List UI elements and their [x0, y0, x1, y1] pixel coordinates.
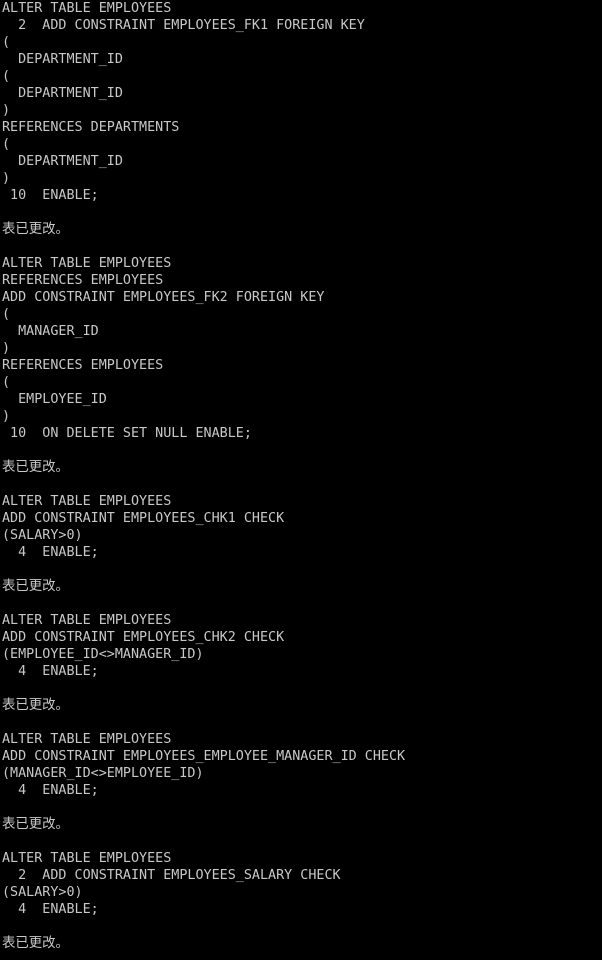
console-line: ADD CONSTRAINT EMPLOYEES_CHK1 CHECK	[2, 511, 285, 526]
console-line: 4 ENABLE;	[2, 545, 99, 560]
console-line: (	[2, 69, 11, 84]
console-line: DEPARTMENT_ID	[2, 86, 123, 101]
console-line: ALTER TABLE EMPLOYEES	[2, 1, 172, 16]
console-line: ALTER TABLE EMPLOYEES	[2, 851, 172, 866]
console-line: )	[2, 171, 11, 186]
console-line: ADD CONSTRAINT EMPLOYEES_CHK2 CHECK	[2, 630, 285, 645]
console-line: )	[2, 409, 11, 424]
console-output[interactable]: ALTER TABLE EMPLOYEES 2 ADD CONSTRAINT E…	[0, 0, 602, 960]
console-line: EMPLOYEE_ID	[2, 392, 107, 407]
console-line: (SALARY>0)	[2, 885, 83, 900]
console-line: 表已更改。	[2, 579, 69, 594]
console-line: DEPARTMENT_ID	[2, 52, 123, 67]
console-line: 4 ENABLE;	[2, 783, 99, 798]
console-line: (EMPLOYEE_ID<>MANAGER_ID)	[2, 647, 204, 662]
console-line: DEPARTMENT_ID	[2, 154, 123, 169]
console-line: ALTER TABLE EMPLOYEES	[2, 732, 172, 747]
console-line: )	[2, 103, 11, 118]
console-line: 10 ON DELETE SET NULL ENABLE;	[2, 426, 252, 441]
console-line: 表已更改。	[2, 817, 69, 832]
console-line: 4 ENABLE;	[2, 902, 99, 917]
console-line: REFERENCES DEPARTMENTS	[2, 120, 180, 135]
console-line: ALTER TABLE EMPLOYEES	[2, 256, 172, 271]
console-line: ADD CONSTRAINT EMPLOYEES_EMPLOYEE_MANAGE…	[2, 749, 406, 764]
console-line: (MANAGER_ID<>EMPLOYEE_ID)	[2, 766, 204, 781]
console-line: 表已更改。	[2, 698, 69, 713]
console-line: REFERENCES EMPLOYEES	[2, 273, 164, 288]
console-line: (	[2, 137, 11, 152]
console-line: 2 ADD CONSTRAINT EMPLOYEES_SALARY CHECK	[2, 868, 341, 883]
console-line: 4 ENABLE;	[2, 664, 99, 679]
console-line: (	[2, 375, 11, 390]
console-line: )	[2, 341, 11, 356]
console-line: 表已更改。	[2, 222, 69, 237]
console-line: ALTER TABLE EMPLOYEES	[2, 613, 172, 628]
console-line: ALTER TABLE EMPLOYEES	[2, 494, 172, 509]
console-line: REFERENCES EMPLOYEES	[2, 358, 164, 373]
console-line: (	[2, 307, 11, 322]
console-line: 2 ADD CONSTRAINT EMPLOYEES_FK1 FOREIGN K…	[2, 18, 365, 33]
console-line: ADD CONSTRAINT EMPLOYEES_FK2 FOREIGN KEY	[2, 290, 325, 305]
console-line: 10 ENABLE;	[2, 188, 99, 203]
console-line: 表已更改。	[2, 936, 69, 951]
console-line: 表已更改。	[2, 460, 69, 475]
console-line: MANAGER_ID	[2, 324, 99, 339]
console-line: (	[2, 35, 11, 50]
console-line: (SALARY>0)	[2, 528, 83, 543]
